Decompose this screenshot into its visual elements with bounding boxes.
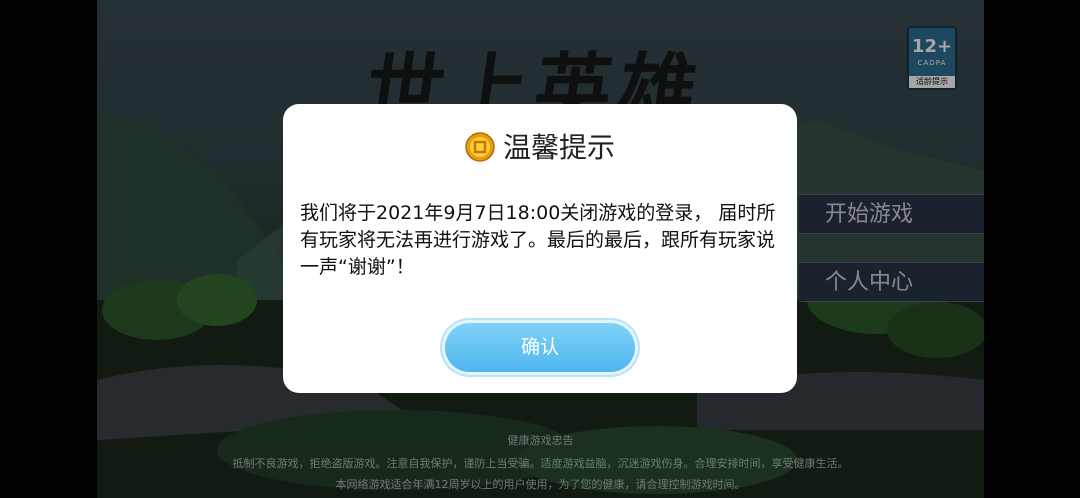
dialog-title-row: 温馨提示 (283, 126, 797, 166)
dialog-title: 温馨提示 (502, 131, 615, 164)
coin-icon (465, 132, 495, 162)
confirm-button[interactable]: 确认 (445, 323, 635, 372)
screen: 世上英雄 12+ CADPA 适龄提示 开始游戏 个人中心 健康游戏忠告 抵制不… (0, 0, 1080, 498)
dialog-message: 我们将于2021年9月7日18:00关闭游戏的登录， 届时所有玩家将无法再进行游… (300, 202, 776, 278)
notice-dialog: 温馨提示 我们将于2021年9月7日18:00关闭游戏的登录， 届时所有玩家将无… (283, 104, 797, 393)
